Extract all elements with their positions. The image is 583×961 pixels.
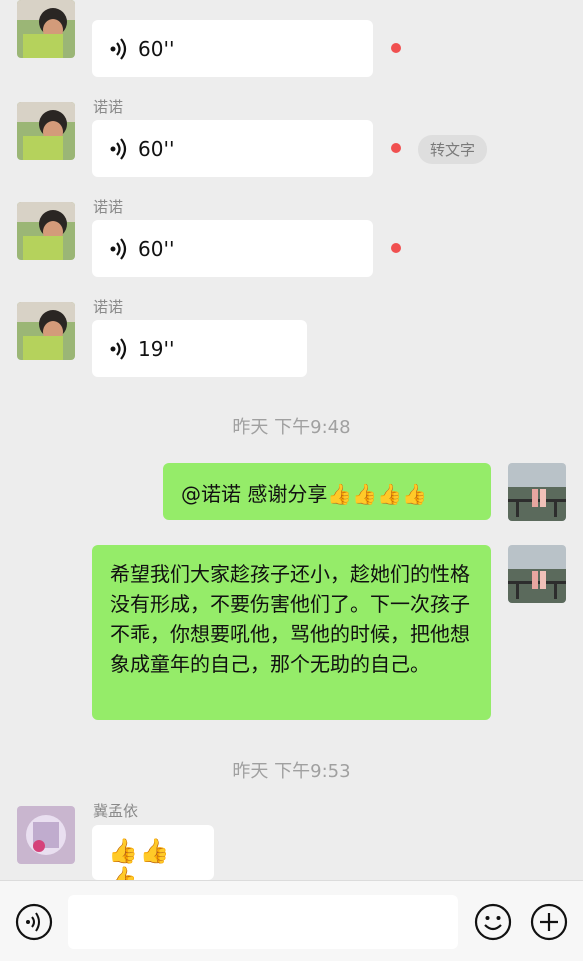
avatar-nuonuo[interactable] <box>17 0 75 58</box>
voice-icon <box>15 903 53 941</box>
message-text: @诺诺 感谢分享👍👍👍👍 <box>181 482 427 506</box>
sender-name: 冀孟依 <box>93 802 139 820</box>
avatar-jimengyi[interactable] <box>17 806 75 864</box>
avatar-self[interactable] <box>508 463 566 521</box>
voice-wave-icon <box>110 337 127 360</box>
voice-message[interactable]: 19'' <box>92 320 307 377</box>
voice-duration: 19'' <box>138 336 175 361</box>
message-input[interactable] <box>68 895 458 949</box>
voice-duration: 60'' <box>138 236 175 261</box>
avatar-nuonuo[interactable] <box>17 302 75 360</box>
voice-button[interactable] <box>15 903 53 941</box>
avatar-nuonuo[interactable] <box>17 202 75 260</box>
voice-message[interactable]: 60'' <box>92 20 373 77</box>
smile-icon <box>474 903 512 941</box>
avatar-nuonuo[interactable] <box>17 102 75 160</box>
incoming-message[interactable]: 👍👍👍 <box>92 825 214 880</box>
message-text: 👍👍👍 <box>108 837 172 880</box>
sender-name: 诺诺 <box>93 298 124 316</box>
avatar-self[interactable] <box>508 545 566 603</box>
input-bar <box>0 880 583 961</box>
timestamp: 昨天 下午9:48 <box>232 417 351 438</box>
sender-name: 诺诺 <box>93 98 124 116</box>
unread-dot <box>391 43 401 53</box>
voice-message[interactable]: 60'' <box>92 120 373 177</box>
timestamp: 昨天 下午9:53 <box>232 761 351 782</box>
voice-duration: 60'' <box>138 136 175 161</box>
unread-dot <box>391 143 401 153</box>
sender-name: 诺诺 <box>93 198 124 216</box>
message-text: 希望我们大家趁孩子还小，趁她们的性格没有形成，不要伤害他们了。下一次孩子不乖，你… <box>110 562 470 676</box>
chat-area[interactable]: 60'' 诺诺 60'' 转文字 诺诺 60'' 诺诺 19'' 昨天 下午9:… <box>0 0 583 880</box>
more-button[interactable] <box>530 903 568 941</box>
outgoing-message[interactable]: @诺诺 感谢分享👍👍👍👍 <box>163 463 491 520</box>
voice-wave-icon <box>110 237 127 260</box>
voice-duration: 60'' <box>138 36 175 61</box>
outgoing-message[interactable]: 希望我们大家趁孩子还小，趁她们的性格没有形成，不要伤害他们了。下一次孩子不乖，你… <box>92 545 491 720</box>
voice-wave-icon <box>110 37 127 60</box>
emoji-button[interactable] <box>474 903 512 941</box>
convert-to-text-button[interactable]: 转文字 <box>418 135 488 164</box>
voice-wave-icon <box>110 137 127 160</box>
plus-icon <box>530 903 568 941</box>
voice-message[interactable]: 60'' <box>92 220 373 277</box>
unread-dot <box>391 243 401 253</box>
